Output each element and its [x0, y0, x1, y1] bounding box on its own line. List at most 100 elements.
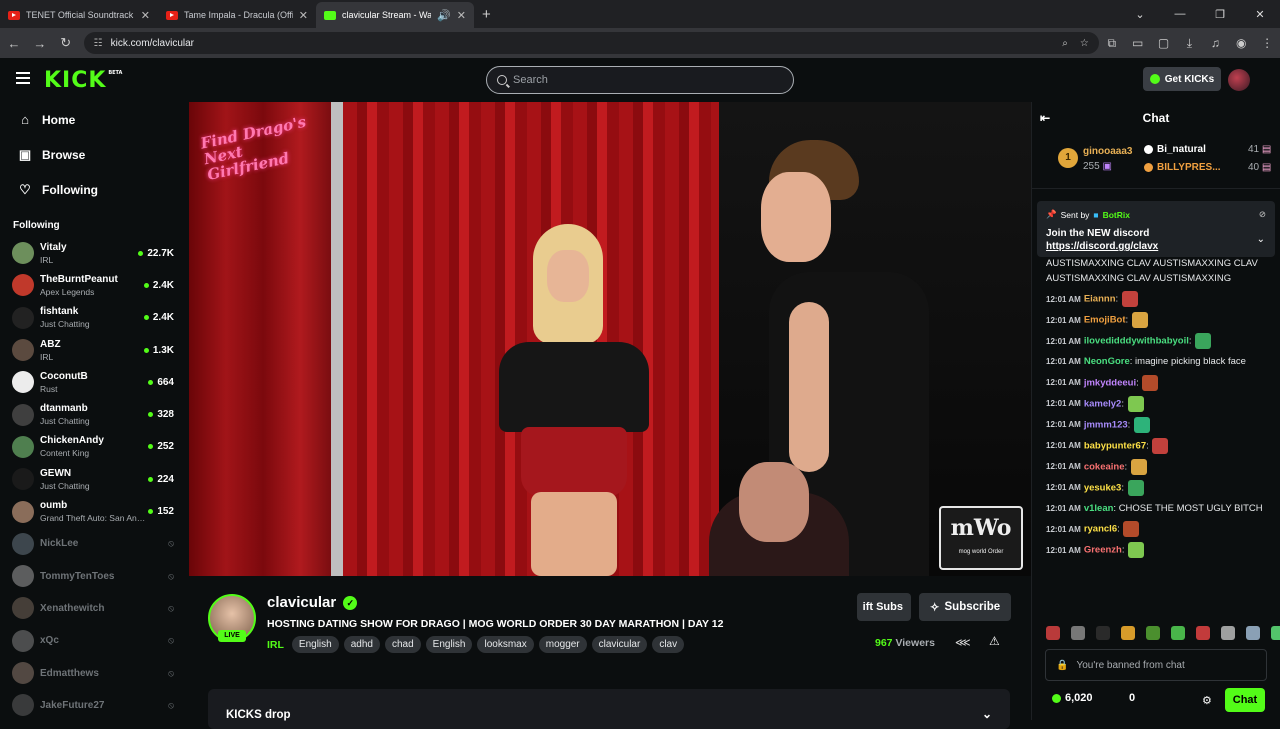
- stream-tag[interactable]: adhd: [343, 636, 380, 653]
- search-input[interactable]: Search: [486, 66, 794, 94]
- leader-name[interactable]: ginooaaa3: [1083, 146, 1132, 157]
- site-info-icon[interactable]: ☷: [94, 38, 103, 49]
- chat-username[interactable]: jmkyddeeui: [1084, 377, 1136, 388]
- pinned-link[interactable]: https://discord.gg/clavx: [1046, 241, 1266, 252]
- chat-username[interactable]: Greenzh: [1084, 545, 1122, 556]
- share-icon[interactable]: ⋘: [955, 636, 971, 649]
- chat-send-button[interactable]: Chat: [1225, 688, 1265, 712]
- stream-tag[interactable]: clav: [652, 636, 685, 653]
- browser-tab-kick[interactable]: clavicular Stream - Watch Li 🔊 ✕: [316, 2, 474, 28]
- sidebar-channel[interactable]: dtanmanb Just Chatting 328: [0, 398, 188, 430]
- chat-input[interactable]: 🔒 You're banned from chat: [1045, 649, 1267, 681]
- emote-icon[interactable]: [1121, 626, 1135, 640]
- hide-icon[interactable]: ⊘: [1259, 209, 1266, 220]
- emote-icon[interactable]: [1196, 626, 1210, 640]
- kick-logo[interactable]: KICK BETA: [44, 68, 122, 93]
- leaderboard-entry[interactable]: Bi_natural 41 ▤: [1144, 144, 1271, 155]
- profile-icon[interactable]: ◉: [1228, 36, 1254, 50]
- maximize-icon[interactable]: ❐: [1200, 8, 1240, 21]
- video-player[interactable]: Find Drago's Next Girlfriend mWo mog worl…: [189, 102, 1031, 576]
- chat-username[interactable]: v1lean: [1084, 503, 1114, 514]
- close-tab-icon[interactable]: ✕: [457, 9, 466, 22]
- chevron-down-icon[interactable]: ⌄: [982, 707, 992, 721]
- sidebar-channel-offline[interactable]: xQc ⦸: [0, 625, 188, 657]
- chat-username[interactable]: NeonGore: [1084, 356, 1130, 367]
- chat-username[interactable]: EmojiBot: [1084, 315, 1126, 326]
- emote-icon[interactable]: [1271, 626, 1280, 640]
- sidebar-channel[interactable]: ABZ IRL 1.3K: [0, 334, 188, 366]
- stream-tag[interactable]: chad: [384, 636, 421, 653]
- sidebar-channel[interactable]: Vitaly IRL 22.7K: [0, 237, 188, 269]
- category-link[interactable]: IRL: [267, 639, 284, 651]
- channel-points[interactable]: 6,020: [1052, 692, 1093, 704]
- cast-icon[interactable]: ▭: [1125, 36, 1151, 50]
- emote-icon[interactable]: [1246, 626, 1260, 640]
- emote-icon[interactable]: [1096, 626, 1110, 640]
- sidebar-channel-offline[interactable]: NickLee ⦸: [0, 528, 188, 560]
- zoom-icon[interactable]: ⌕: [1062, 38, 1068, 49]
- sidebar-channel[interactable]: TheBurntPeanut Apex Legends 2.4K: [0, 269, 188, 301]
- url-field[interactable]: ☷ kick.com/clavicular ⌕ ☆: [83, 32, 1099, 54]
- sidebar-channel[interactable]: oumb Grand Theft Auto: San Andreas 152: [0, 495, 188, 527]
- browser-tab-dracula[interactable]: Tame Impala - Dracula (Official ✕: [158, 2, 316, 28]
- emote-icon[interactable]: [1221, 626, 1235, 640]
- sidebar-channel-offline[interactable]: TommyTenToes ⦸: [0, 560, 188, 592]
- collapse-chat-icon[interactable]: ⇤: [1040, 111, 1050, 125]
- sidebar-channel[interactable]: fishtank Just Chatting 2.4K: [0, 302, 188, 334]
- emote-icon[interactable]: [1146, 626, 1160, 640]
- chat-username[interactable]: kamely2: [1084, 398, 1122, 409]
- stream-tag[interactable]: looksmax: [477, 636, 534, 653]
- gift-subs-button[interactable]: ift Subs: [857, 593, 911, 621]
- sidebar-channel[interactable]: GEWN Just Chatting 224: [0, 463, 188, 495]
- close-tab-icon[interactable]: ✕: [299, 9, 308, 22]
- chevron-down-icon[interactable]: ⌄: [1257, 234, 1265, 245]
- get-kicks-button[interactable]: Get KICKs: [1143, 67, 1221, 91]
- forward-icon[interactable]: →: [28, 36, 52, 51]
- emote-icon[interactable]: [1171, 626, 1185, 640]
- pinned-message[interactable]: 📌 Sent by ■ BotRix ⊘ Join the NEW discord ht…: [1037, 201, 1275, 257]
- sidebar-item-home[interactable]: ⌂ Home: [0, 102, 188, 137]
- chevron-down-icon[interactable]: ⌄: [1120, 8, 1160, 21]
- chat-username[interactable]: Eiannn: [1084, 294, 1116, 305]
- chat-username[interactable]: cokeaine: [1084, 461, 1125, 472]
- chat-username[interactable]: yesuke3: [1084, 482, 1122, 493]
- channel-name[interactable]: clavicular ✓: [267, 594, 358, 611]
- minimize-icon[interactable]: —: [1160, 8, 1200, 20]
- leaderboard-entry[interactable]: BILLYPRES... 40 ▤: [1144, 162, 1271, 173]
- close-tab-icon[interactable]: ✕: [141, 9, 150, 22]
- reload-icon[interactable]: ↻: [54, 35, 78, 51]
- emote-icon[interactable]: [1071, 626, 1085, 640]
- report-icon[interactable]: ⚠: [989, 634, 1000, 648]
- download-icon[interactable]: ⤓: [1177, 36, 1203, 51]
- sidebar-item-following[interactable]: ♡ Following: [0, 172, 188, 207]
- kicks-balance[interactable]: 0: [1129, 692, 1135, 704]
- sidebar-channel[interactable]: ChickenAndy Content King 252: [0, 431, 188, 463]
- sidebar-channel-offline[interactable]: Xenathewitch ⦸: [0, 592, 188, 624]
- close-window-icon[interactable]: ✕: [1240, 8, 1280, 21]
- subscribe-button[interactable]: ✧ Subscribe: [919, 593, 1011, 621]
- gear-icon[interactable]: ⚙: [1202, 694, 1212, 707]
- chat-username[interactable]: jmmm123: [1084, 419, 1128, 430]
- chat-username[interactable]: ilovedidddywithbabyoil: [1084, 336, 1189, 347]
- new-tab-button[interactable]: +: [482, 6, 491, 23]
- audio-icon[interactable]: 🔊: [437, 9, 451, 22]
- back-icon[interactable]: ←: [2, 36, 26, 51]
- browser-tab-tenet[interactable]: TENET Official Soundtrack | FUL ✕: [0, 2, 158, 28]
- user-avatar[interactable]: [1228, 69, 1250, 91]
- bookmark-star-icon[interactable]: ☆: [1080, 38, 1089, 49]
- menu-icon[interactable]: ⋮: [1254, 36, 1280, 50]
- stream-tag[interactable]: mogger: [538, 636, 587, 653]
- stream-tag[interactable]: clavicular: [591, 636, 648, 653]
- emote-icon[interactable]: [1046, 626, 1060, 640]
- chat-username[interactable]: babypunter67: [1084, 440, 1146, 451]
- extensions-icon[interactable]: ⧉: [1099, 36, 1125, 51]
- kicks-drop-panel[interactable]: KICKS drop ⌄: [208, 689, 1010, 729]
- menu-icon[interactable]: [16, 72, 30, 87]
- sidebar-channel[interactable]: CoconutB Rust 664: [0, 366, 188, 398]
- chat-username[interactable]: ryancl6: [1084, 524, 1117, 535]
- split-icon[interactable]: ▢: [1151, 36, 1177, 50]
- sidebar-channel-offline[interactable]: JakeFuture27 ⦸: [0, 689, 188, 721]
- media-icon[interactable]: ♫: [1202, 36, 1228, 50]
- sidebar-channel-offline[interactable]: Edmatthews ⦸: [0, 657, 188, 689]
- stream-tag[interactable]: English: [291, 636, 339, 653]
